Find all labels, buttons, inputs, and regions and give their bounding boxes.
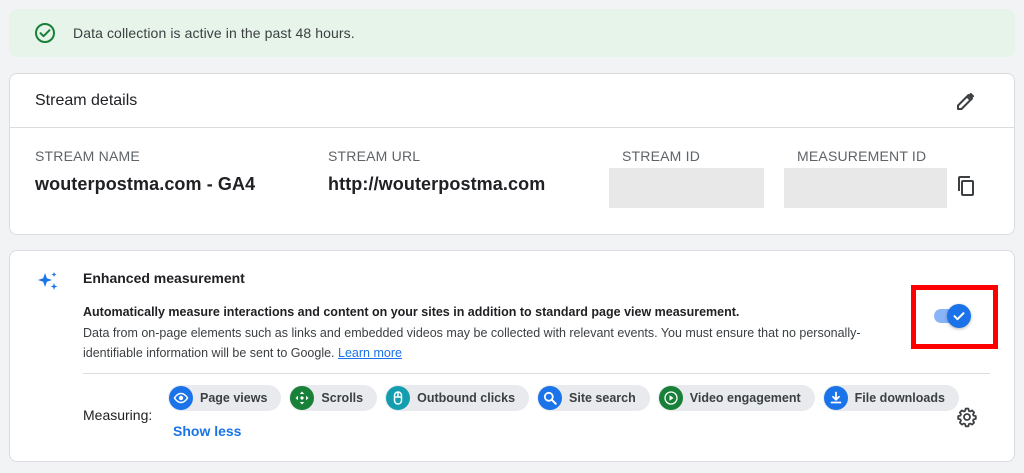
chip-video-engagement[interactable]: Video engagement bbox=[657, 385, 815, 411]
chip-outbound-clicks[interactable]: Outbound clicks bbox=[385, 385, 530, 411]
copy-icon[interactable] bbox=[954, 174, 978, 198]
banner-text: Data collection is active in the past 48… bbox=[73, 25, 355, 41]
download-icon bbox=[823, 386, 848, 410]
chip-file-downloads[interactable]: File downloads bbox=[822, 385, 959, 411]
enhanced-measurement-toggle[interactable] bbox=[934, 304, 971, 328]
measurement-id-label: MEASUREMENT ID bbox=[797, 148, 927, 164]
chip-site-search[interactable]: Site search bbox=[537, 385, 650, 411]
toggle-knob bbox=[947, 304, 971, 328]
chip-label: File downloads bbox=[854, 391, 945, 405]
stream-name-field: STREAM NAME wouterpostma.com - GA4 bbox=[35, 148, 255, 195]
stream-name-value: wouterpostma.com - GA4 bbox=[35, 174, 256, 194]
play-icon bbox=[658, 386, 683, 410]
enhanced-measurement-note: Data from on-page elements such as links… bbox=[83, 323, 893, 363]
gear-icon[interactable] bbox=[955, 405, 979, 429]
check-circle-icon bbox=[33, 21, 57, 45]
chip-scrolls[interactable]: Scrolls bbox=[289, 385, 378, 411]
measurement-id-field: MEASUREMENT ID bbox=[797, 148, 926, 164]
measuring-label: Measuring: bbox=[83, 407, 153, 423]
enhanced-measurement-card: Enhanced measurement Automatically measu… bbox=[9, 250, 1015, 462]
enhanced-measurement-note-text: Data from on-page elements such as links… bbox=[83, 326, 861, 360]
stream-details-header: Stream details bbox=[10, 74, 1014, 128]
checkmark-icon bbox=[953, 312, 965, 321]
stream-url-field: STREAM URL http://wouterpostma.com bbox=[328, 148, 545, 195]
measuring-chips: Page views Scrolls Outbound clicks Site … bbox=[168, 385, 959, 411]
status-banner: Data collection is active in the past 48… bbox=[9, 9, 1015, 57]
stream-id-field: STREAM ID bbox=[622, 148, 700, 164]
move-icon bbox=[290, 386, 315, 410]
enhanced-measurement-title: Enhanced measurement bbox=[83, 270, 245, 286]
chip-label: Video engagement bbox=[689, 391, 801, 405]
show-less-link[interactable]: Show less bbox=[173, 423, 241, 439]
measurement-id-redacted bbox=[784, 168, 947, 208]
stream-details-title: Stream details bbox=[35, 91, 138, 109]
chip-label: Site search bbox=[569, 391, 636, 405]
chip-page-views[interactable]: Page views bbox=[168, 385, 282, 411]
sparkle-icon bbox=[36, 270, 60, 294]
stream-id-redacted bbox=[609, 168, 764, 208]
mouse-icon bbox=[386, 386, 411, 410]
chip-label: Scrolls bbox=[321, 391, 364, 405]
stream-name-label: STREAM NAME bbox=[35, 148, 140, 164]
chip-label: Outbound clicks bbox=[417, 391, 516, 405]
divider bbox=[83, 373, 990, 374]
search-icon bbox=[538, 386, 563, 410]
chip-label: Page views bbox=[200, 391, 268, 405]
stream-details-card: Stream details STREAM NAME wouterpostma.… bbox=[9, 73, 1015, 235]
stream-url-value: http://wouterpostma.com bbox=[328, 174, 546, 194]
learn-more-link[interactable]: Learn more bbox=[338, 346, 402, 360]
eye-icon bbox=[169, 386, 193, 410]
stream-url-label: STREAM URL bbox=[328, 148, 421, 164]
edit-icon[interactable] bbox=[954, 89, 978, 113]
stream-id-label: STREAM ID bbox=[622, 148, 701, 164]
enhanced-measurement-description: Automatically measure interactions and c… bbox=[83, 305, 740, 319]
